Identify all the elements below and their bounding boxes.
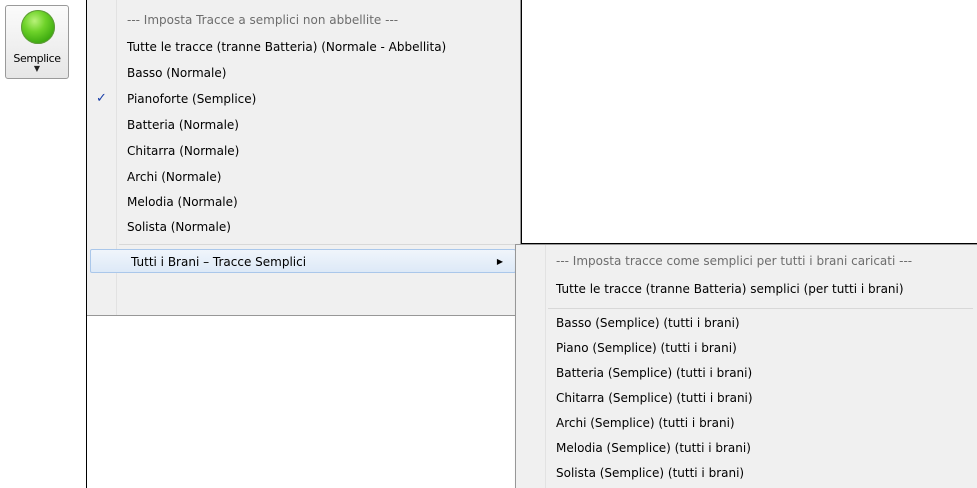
submenu-arrow-icon: ▶ xyxy=(496,257,503,266)
menu-item-label: Pianoforte (Semplice) xyxy=(127,92,257,106)
menu-item-label: Tutte le tracce (tranne Batteria) (Norma… xyxy=(127,40,447,54)
menu-item-basso[interactable]: Basso (Normale) xyxy=(87,61,517,85)
menu-item-archi[interactable]: Archi (Normale) xyxy=(87,165,517,189)
menu-item-label: Tutti i Brani – Tracce Semplici xyxy=(131,255,307,269)
submenu-item-all-tracks[interactable]: Tutte le tracce (tranne Batteria) sempli… xyxy=(516,277,976,301)
menu-item-label: Solista (Normale) xyxy=(127,220,231,234)
menu-header: --- Imposta Tracce a semplici non abbell… xyxy=(127,13,399,27)
submenu-item-chitarra[interactable]: Chitarra (Semplice) (tutti i brani) xyxy=(516,386,976,410)
checkmark-icon: ✓ xyxy=(96,91,107,106)
submenu-item-archi[interactable]: Archi (Semplice) (tutti i brani) xyxy=(516,411,976,435)
submenu-item-melodia[interactable]: Melodia (Semplice) (tutti i brani) xyxy=(516,436,976,460)
menu-item-label: Chitarra (Normale) xyxy=(127,144,240,158)
menu-item-all-tracks[interactable]: Tutte le tracce (tranne Batteria) (Norma… xyxy=(87,35,517,59)
menu-item-label: Archi (Normale) xyxy=(127,170,222,184)
menu-separator xyxy=(119,244,516,245)
submenu-separator xyxy=(548,308,973,309)
submenu-item-batteria[interactable]: Batteria (Semplice) (tutti i brani) xyxy=(516,361,976,385)
semplice-dropdown-menu: --- Imposta Tracce a semplici non abbell… xyxy=(87,0,521,316)
menu-item-tutti-i-brani[interactable]: Tutti i Brani – Tracce Semplici ▶ xyxy=(90,249,516,273)
submenu-item-basso[interactable]: Basso (Semplice) (tutti i brani) xyxy=(516,311,976,335)
menu-item-batteria[interactable]: Batteria (Normale) xyxy=(87,113,517,137)
tutti-i-brani-submenu: --- Imposta tracce come semplici per tut… xyxy=(515,244,977,488)
background-panel xyxy=(521,0,977,244)
menu-item-label: Batteria (Normale) xyxy=(127,118,239,132)
menu-item-solista[interactable]: Solista (Normale) xyxy=(87,215,517,239)
menu-item-chitarra[interactable]: Chitarra (Normale) xyxy=(87,139,517,163)
menu-item-melodia[interactable]: Melodia (Normale) xyxy=(87,190,517,214)
semplice-button[interactable]: Semplice ▼ xyxy=(5,5,69,79)
menu-item-pianoforte[interactable]: ✓ Pianoforte (Semplice) xyxy=(87,87,517,111)
submenu-header: --- Imposta tracce come semplici per tut… xyxy=(556,254,913,268)
dropdown-arrow-icon: ▼ xyxy=(33,64,41,73)
menu-item-label: Basso (Normale) xyxy=(127,66,227,80)
menu-item-label: Melodia (Normale) xyxy=(127,195,238,209)
green-status-light-icon xyxy=(21,10,55,44)
submenu-item-piano[interactable]: Piano (Semplice) (tutti i brani) xyxy=(516,336,976,360)
submenu-item-solista[interactable]: Solista (Semplice) (tutti i brani) xyxy=(516,461,976,485)
